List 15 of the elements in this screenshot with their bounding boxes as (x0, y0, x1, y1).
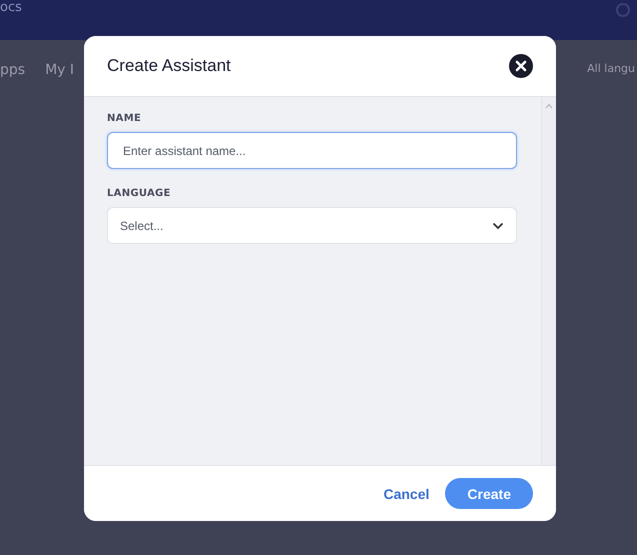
input-field[interactable]: Enter assistant name... (107, 132, 517, 169)
dialog-title: Create Assistant (107, 56, 231, 76)
app-title: ocs (0, 0, 22, 15)
scroll-up-icon[interactable] (545, 103, 553, 109)
language-filter[interactable]: All langu (587, 62, 635, 75)
create-button[interactable]: Create (445, 478, 533, 509)
select-field[interactable]: Select... (107, 207, 517, 244)
nav-tab[interactable]: My I (45, 62, 74, 78)
field-label: LANGUAGE (107, 188, 172, 199)
close-icon[interactable] (509, 54, 533, 78)
field-label: NAME (107, 113, 142, 124)
nav-tab[interactable]: pps (0, 62, 26, 78)
cancel-button[interactable]: Cancel (383, 486, 430, 502)
chevron-down-icon (492, 222, 504, 230)
circle-icon[interactable] (615, 2, 631, 18)
